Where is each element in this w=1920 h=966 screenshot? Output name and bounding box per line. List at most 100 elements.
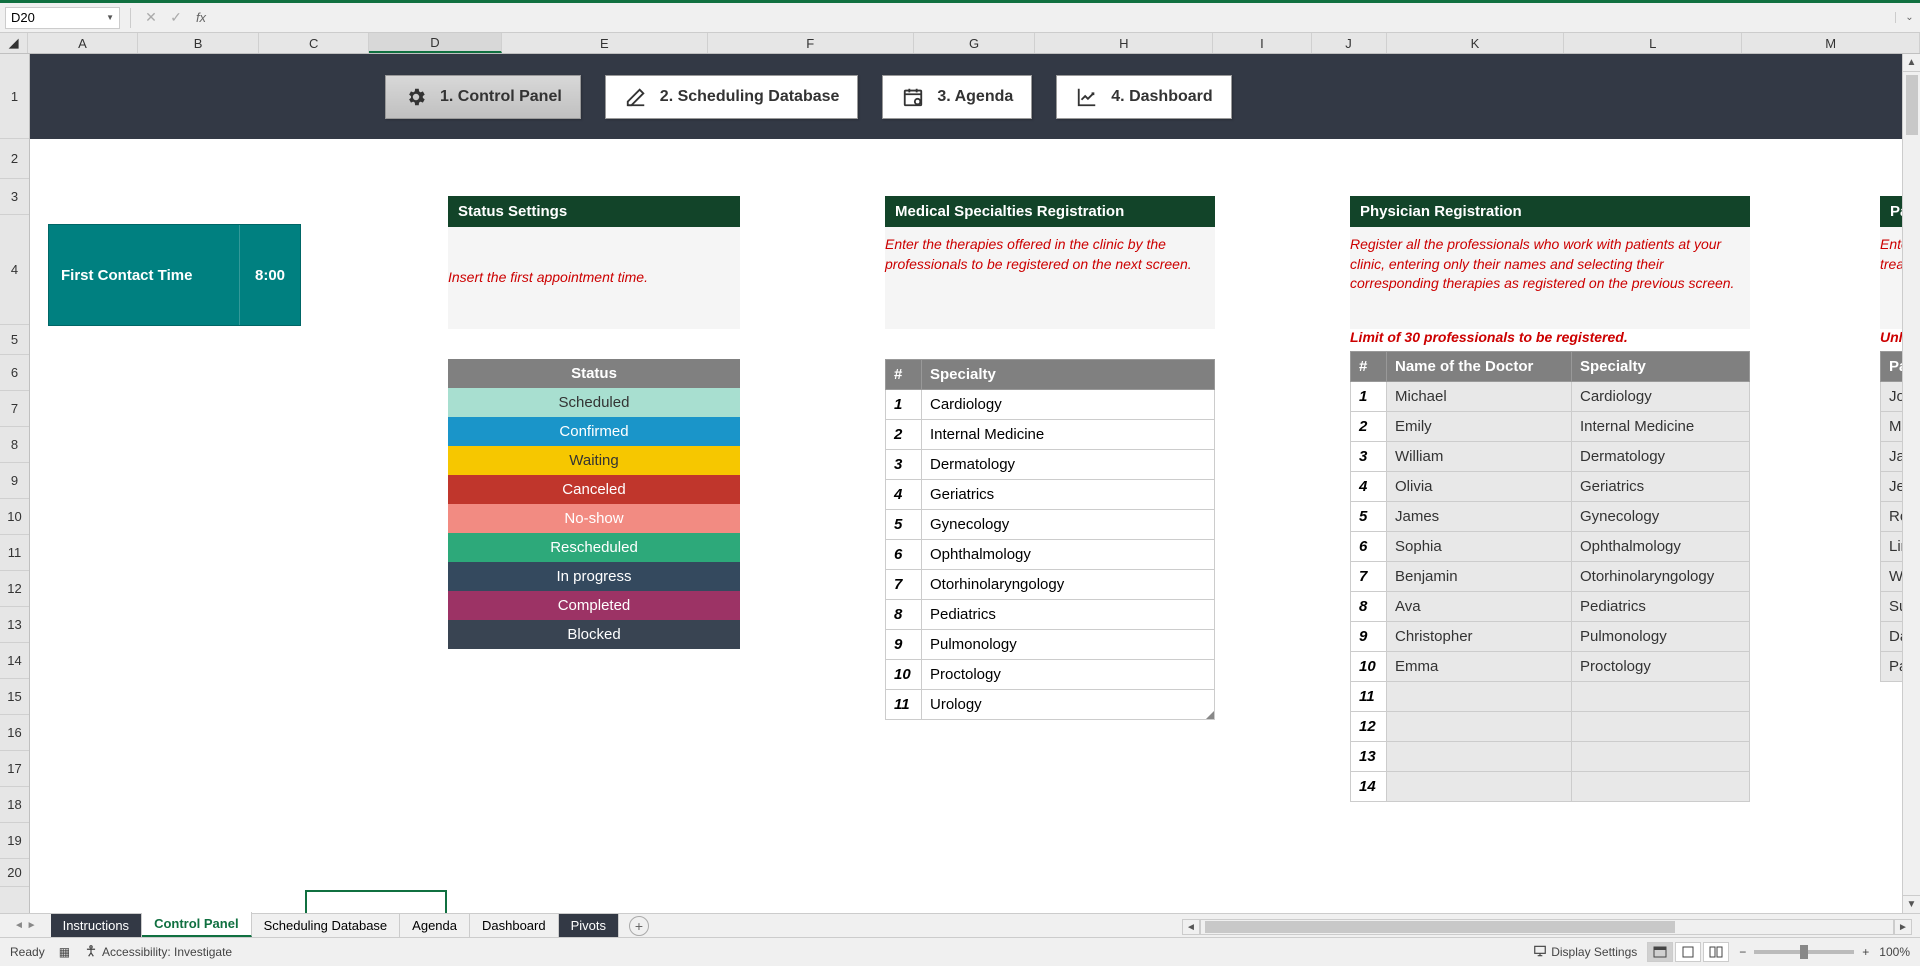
row-header-12[interactable]: 12	[0, 571, 29, 607]
column-header-H[interactable]: H	[1035, 33, 1213, 53]
status-row[interactable]: No-show	[448, 504, 740, 533]
table-row[interactable]: 1Cardiology	[886, 390, 1215, 420]
column-header-G[interactable]: G	[914, 33, 1036, 53]
table-row[interactable]: 12	[1351, 712, 1750, 742]
table-row[interactable]: 9ChristopherPulmonology	[1351, 622, 1750, 652]
row-header-7[interactable]: 7	[0, 391, 29, 427]
row-header-16[interactable]: 16	[0, 715, 29, 751]
scroll-left-icon[interactable]: ◄	[1182, 919, 1200, 935]
row-header-3[interactable]: 3	[0, 179, 29, 215]
accept-formula-icon[interactable]: ✓	[166, 8, 186, 28]
nav-dashboard-button[interactable]: 4. Dashboard	[1056, 75, 1231, 119]
table-row[interactable]: 7Otorhinolaryngology	[886, 570, 1215, 600]
add-sheet-button[interactable]: +	[629, 916, 649, 936]
column-header-C[interactable]: C	[259, 33, 369, 53]
table-row[interactable]: 2Internal Medicine	[886, 420, 1215, 450]
formula-input[interactable]	[216, 7, 1890, 29]
row-header-13[interactable]: 13	[0, 607, 29, 643]
status-accessibility[interactable]: Accessibility: Investigate	[102, 945, 232, 959]
column-header-B[interactable]: B	[138, 33, 260, 53]
tab-nav-arrows[interactable]: ◄ ►	[0, 920, 51, 931]
table-row[interactable]: 1MichaelCardiology	[1351, 382, 1750, 412]
column-header-A[interactable]: A	[28, 33, 138, 53]
nav-agenda-button[interactable]: 3. Agenda	[882, 75, 1032, 119]
view-normal-button[interactable]	[1647, 942, 1673, 962]
scroll-up-icon[interactable]: ▲	[1903, 54, 1920, 72]
table-row[interactable]: 10Proctology	[886, 660, 1215, 690]
table-row[interactable]: 3WilliamDermatology	[1351, 442, 1750, 472]
name-box[interactable]: D20 ▼	[5, 7, 120, 29]
nav-control-panel-button[interactable]: 1. Control Panel	[385, 75, 581, 119]
table-row[interactable]: 4Geriatrics	[886, 480, 1215, 510]
fx-icon[interactable]: fx	[191, 8, 211, 28]
table-row[interactable]: 5JamesGynecology	[1351, 502, 1750, 532]
first-contact-time[interactable]: 8:00	[240, 225, 300, 325]
status-row[interactable]: Confirmed	[448, 417, 740, 446]
row-header-10[interactable]: 10	[0, 499, 29, 535]
stats-icon[interactable]: ▦	[59, 945, 70, 959]
row-header-11[interactable]: 11	[0, 535, 29, 571]
status-row[interactable]: Completed	[448, 591, 740, 620]
sheet-tab-agenda[interactable]: Agenda	[400, 914, 470, 937]
hscroll-thumb[interactable]	[1205, 921, 1675, 933]
table-row[interactable]: 6SophiaOphthalmology	[1351, 532, 1750, 562]
row-header-17[interactable]: 17	[0, 751, 29, 787]
row-header-9[interactable]: 9	[0, 463, 29, 499]
accessibility-icon[interactable]	[84, 944, 98, 961]
table-row[interactable]: 10EmmaProctology	[1351, 652, 1750, 682]
row-header-5[interactable]: 5	[0, 325, 29, 355]
table-row[interactable]: 5Gynecology	[886, 510, 1215, 540]
status-row[interactable]: In progress	[448, 562, 740, 591]
formula-bar-expand-icon[interactable]: ⌄	[1895, 12, 1915, 23]
sheet-tab-dashboard[interactable]: Dashboard	[470, 914, 559, 937]
display-settings-icon[interactable]	[1533, 944, 1547, 961]
table-row[interactable]: 9Pulmonology	[886, 630, 1215, 660]
table-row[interactable]: 8Pediatrics	[886, 600, 1215, 630]
zoom-slider[interactable]	[1754, 950, 1854, 954]
column-header-M[interactable]: M	[1742, 33, 1920, 53]
table-resize-handle-icon[interactable]	[1205, 710, 1215, 720]
nav-scheduling-database-button[interactable]: 2. Scheduling Database	[605, 75, 859, 119]
row-header-8[interactable]: 8	[0, 427, 29, 463]
zoom-level[interactable]: 100%	[1879, 945, 1910, 959]
table-row[interactable]: 11Urology	[886, 690, 1215, 720]
column-header-L[interactable]: L	[1564, 33, 1742, 53]
table-row[interactable]: 13	[1351, 742, 1750, 772]
row-header-19[interactable]: 19	[0, 823, 29, 859]
name-box-dropdown-icon[interactable]: ▼	[106, 13, 114, 22]
sheet-tab-instructions[interactable]: Instructions	[51, 914, 142, 937]
sheet-tab-control-panel[interactable]: Control Panel	[142, 912, 252, 937]
row-header-20[interactable]: 20	[0, 859, 29, 887]
table-row[interactable]: 2EmilyInternal Medicine	[1351, 412, 1750, 442]
status-row[interactable]: Blocked	[448, 620, 740, 649]
zoom-thumb[interactable]	[1800, 945, 1808, 959]
table-row[interactable]: 8AvaPediatrics	[1351, 592, 1750, 622]
select-all-corner[interactable]: ◢	[0, 33, 28, 53]
scroll-right-icon[interactable]: ►	[1894, 919, 1912, 935]
row-header-18[interactable]: 18	[0, 787, 29, 823]
status-row[interactable]: Scheduled	[448, 388, 740, 417]
column-header-J[interactable]: J	[1312, 33, 1387, 53]
table-row[interactable]: 14	[1351, 772, 1750, 802]
horizontal-scrollbar[interactable]: ◄ ►	[1182, 917, 1912, 937]
view-page-break-button[interactable]	[1703, 942, 1729, 962]
row-header-14[interactable]: 14	[0, 643, 29, 679]
column-header-E[interactable]: E	[502, 33, 708, 53]
view-page-layout-button[interactable]	[1675, 942, 1701, 962]
row-header-15[interactable]: 15	[0, 679, 29, 715]
status-row[interactable]: Waiting	[448, 446, 740, 475]
zoom-out-button[interactable]: −	[1739, 945, 1746, 959]
row-header-4[interactable]: 4	[0, 215, 29, 325]
table-row[interactable]: 7BenjaminOtorhinolaryngology	[1351, 562, 1750, 592]
cancel-formula-icon[interactable]: ✕	[141, 8, 161, 28]
sheet-tab-pivots[interactable]: Pivots	[559, 914, 619, 937]
column-header-F[interactable]: F	[708, 33, 914, 53]
row-header-6[interactable]: 6	[0, 355, 29, 391]
zoom-in-button[interactable]: +	[1862, 945, 1869, 959]
table-row[interactable]: 6Ophthalmology	[886, 540, 1215, 570]
status-row[interactable]: Canceled	[448, 475, 740, 504]
column-header-D[interactable]: D	[369, 33, 502, 53]
table-row[interactable]: 3Dermatology	[886, 450, 1215, 480]
column-header-K[interactable]: K	[1387, 33, 1565, 53]
table-row[interactable]: 11	[1351, 682, 1750, 712]
